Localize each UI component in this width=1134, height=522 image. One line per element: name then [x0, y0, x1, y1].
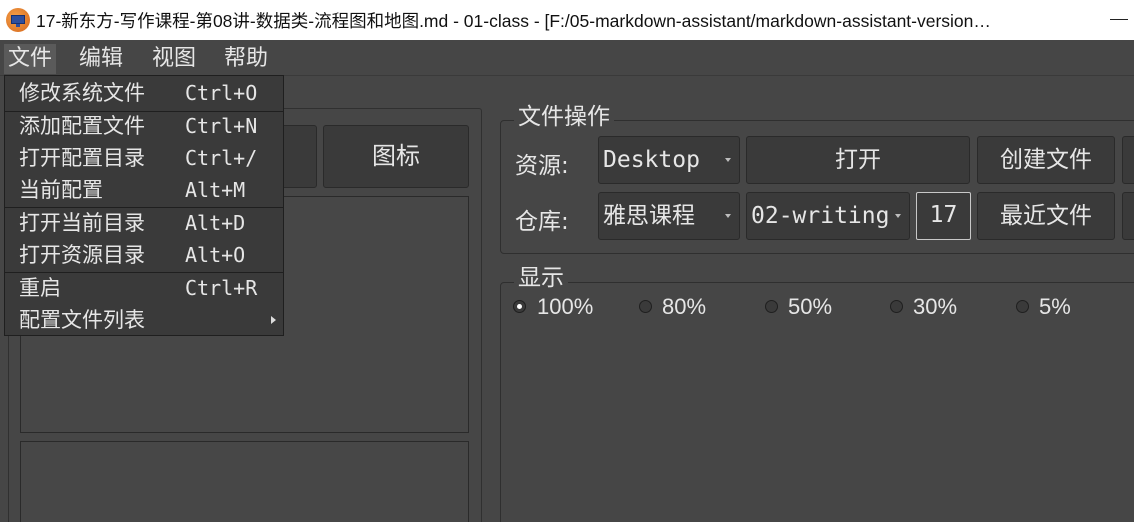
- radio-100-label: 100%: [537, 294, 594, 319]
- app-icon: [6, 8, 30, 32]
- title-bar: 17-新东方-写作课程-第08讲-数据类-流程图和地图.md - 01-clas…: [0, 0, 1134, 40]
- file-menu-dropdown: 修改系统文件 Ctrl+O 添加配置文件 Ctrl+N 打开配置目录 Ctrl+…: [4, 75, 284, 336]
- menu-item-open-resource-dir[interactable]: 打开资源目录 Alt+O: [5, 239, 283, 271]
- radio-5[interactable]: [1016, 300, 1029, 313]
- radio-30[interactable]: [890, 300, 903, 313]
- icon-button[interactable]: 图标: [323, 125, 469, 188]
- repo-select[interactable]: 雅思课程: [598, 192, 740, 240]
- chevron-down-icon: [725, 214, 731, 218]
- submenu-arrow-icon: [271, 316, 276, 324]
- menubar: 文件 编辑 视图 帮助: [0, 40, 1134, 76]
- menu-file[interactable]: 文件: [4, 44, 57, 74]
- radio-80-label: 80%: [662, 294, 707, 319]
- window-title: 17-新东方-写作课程-第08讲-数据类-流程图和地图.md - 01-clas…: [36, 11, 991, 31]
- create-file-button[interactable]: 创建文件: [977, 136, 1115, 184]
- more-button[interactable]: [1122, 136, 1134, 184]
- text-area[interactable]: [20, 441, 469, 522]
- menu-help[interactable]: 帮助: [220, 44, 272, 74]
- radio-100[interactable]: [513, 300, 526, 313]
- chevron-down-icon: [895, 214, 901, 218]
- radio-50[interactable]: [765, 300, 778, 313]
- menu-item-current-config[interactable]: 当前配置 Alt+M: [5, 174, 283, 206]
- minimize-icon[interactable]: [1110, 19, 1128, 20]
- menu-item-open-config-dir[interactable]: 打开配置目录 Ctrl+/: [5, 142, 283, 174]
- radio-5-label: 5%: [1039, 294, 1071, 319]
- menu-item-add-config[interactable]: 添加配置文件 Ctrl+N: [5, 110, 283, 142]
- radio-80[interactable]: [639, 300, 652, 313]
- open-button[interactable]: 打开: [746, 136, 970, 184]
- chevron-down-icon: [725, 158, 731, 162]
- file-ops-title: 文件操作: [514, 97, 614, 131]
- display-title: 显示: [514, 258, 568, 292]
- branch-select[interactable]: 02-writing: [746, 192, 910, 240]
- menu-item-open-current-dir[interactable]: 打开当前目录 Alt+D: [5, 207, 283, 239]
- menu-item-edit-system-file[interactable]: 修改系统文件 Ctrl+O: [5, 77, 283, 109]
- recent-files-button[interactable]: 最近文件: [977, 192, 1115, 240]
- repo-label: 仓库:: [515, 209, 569, 235]
- more-button-2[interactable]: [1122, 192, 1134, 240]
- count-spinbox[interactable]: 17: [916, 192, 971, 240]
- menu-item-config-list[interactable]: 配置文件列表: [5, 304, 283, 336]
- menu-edit[interactable]: 编辑: [75, 44, 127, 74]
- source-label: 资源:: [515, 153, 569, 179]
- menu-item-restart[interactable]: 重启 Ctrl+R: [5, 272, 283, 304]
- radio-30-label: 30%: [913, 294, 958, 319]
- radio-50-label: 50%: [788, 294, 833, 319]
- source-select[interactable]: Desktop: [598, 136, 740, 184]
- menu-view[interactable]: 视图: [148, 44, 200, 74]
